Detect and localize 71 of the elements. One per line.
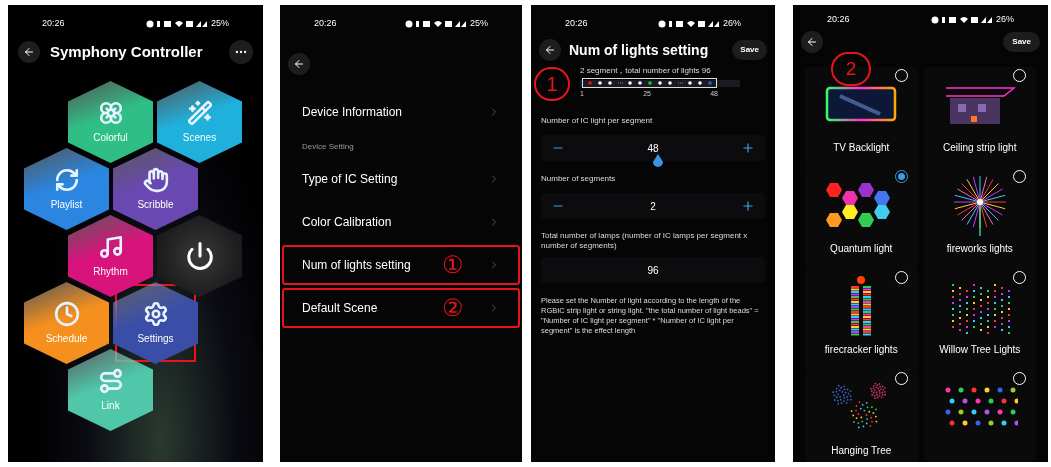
stepper-value: 48 <box>647 141 659 156</box>
settings-icon <box>142 300 169 327</box>
status-icons-drawing <box>931 15 993 24</box>
stepper-label: Number of segments <box>541 173 617 185</box>
scene-card[interactable]: fireworks lights <box>923 167 1036 269</box>
firecracker-string-drawing <box>849 275 874 336</box>
scene-label: firecracker lights <box>824 342 898 357</box>
back-button[interactable] <box>539 39 561 61</box>
status-time: 20:26 <box>827 13 850 26</box>
cycle-arrows-icon <box>53 166 80 193</box>
annotation-number: ① <box>442 253 464 277</box>
status-time: 20:26 <box>565 17 588 31</box>
battery-level: 25% <box>470 17 488 31</box>
settings-row[interactable]: Color Calibration <box>282 202 520 242</box>
settings-row[interactable]: Type of IC Setting <box>282 159 520 199</box>
total-value: 96 <box>647 263 659 278</box>
scene-label: Hanging Tree <box>831 443 892 458</box>
scene-label: Willow Tree Lights <box>939 342 1021 357</box>
hand-icon <box>142 166 169 193</box>
scene-label: Quantum light <box>830 241 893 256</box>
status-icons-drawing <box>405 20 467 28</box>
battery-level: 26% <box>723 17 741 31</box>
music-note-icon <box>97 233 124 260</box>
back-arrow-icon <box>806 35 818 48</box>
back-button[interactable] <box>288 53 310 75</box>
stepper-label: Number of IC light per segment <box>541 115 654 127</box>
back-arrow-icon <box>293 58 305 70</box>
save-button[interactable]: Save <box>1003 31 1040 52</box>
plus-icon <box>741 141 755 155</box>
status-time: 20:26 <box>314 17 337 31</box>
segment-summary: 2 segment，total number of lights 96 <box>580 65 712 77</box>
feature-tile[interactable]: Playlist <box>24 148 109 230</box>
back-arrow-icon <box>23 46 35 58</box>
settings-row[interactable]: Default Scene ② <box>282 288 520 328</box>
clock-icon <box>53 300 80 327</box>
battery-level: 25% <box>211 17 229 31</box>
increase-button[interactable] <box>741 141 755 155</box>
screen-title: Symphony Controller <box>50 41 203 62</box>
back-arrow-icon <box>544 44 556 56</box>
status-icons-drawing <box>658 20 720 28</box>
back-button[interactable] <box>801 30 823 53</box>
status-time: 20:26 <box>42 17 65 31</box>
scene-card[interactable] <box>923 369 1036 462</box>
scene-card[interactable]: Ceiling strip light <box>923 66 1036 168</box>
save-button[interactable]: Save <box>732 40 767 60</box>
droplet-thumb-icon[interactable] <box>652 154 664 168</box>
settings-row[interactable]: Device Information <box>282 92 520 132</box>
scene-label: Ceiling strip light <box>943 140 1017 155</box>
battery-level: 26% <box>996 13 1014 26</box>
scene-card[interactable]: Hanging Tree <box>805 369 918 462</box>
section-label: Device Setting <box>301 141 355 153</box>
winding-strip-icon <box>97 367 124 394</box>
scene-card[interactable]: Willow Tree Lights <box>923 268 1036 370</box>
scene-label: TV Backlight <box>833 140 890 155</box>
power-icon <box>184 241 215 271</box>
scene-label: fireworks lights <box>946 241 1013 256</box>
magic-wand-icon <box>186 99 213 126</box>
status-icons-drawing <box>146 20 208 28</box>
scene-card[interactable]: firecracker lights <box>805 268 918 370</box>
flower-icon <box>97 99 124 126</box>
more-button[interactable] <box>229 40 253 64</box>
settings-row[interactable]: Num of lights setting ① <box>282 245 520 285</box>
stepper-value: 2 <box>650 199 656 214</box>
screen-title: Num of lights setting <box>569 40 709 60</box>
plus-icon <box>741 199 755 213</box>
scene-card[interactable]: Quantum light <box>805 167 918 269</box>
annotation-number: ② <box>442 296 464 320</box>
back-button[interactable] <box>18 41 40 63</box>
total-label: Total number of lamps (number of IC lamps per segment x number of segments) <box>541 231 749 251</box>
feature-tile[interactable]: Settings <box>113 282 198 364</box>
increase-button[interactable] <box>741 199 755 213</box>
